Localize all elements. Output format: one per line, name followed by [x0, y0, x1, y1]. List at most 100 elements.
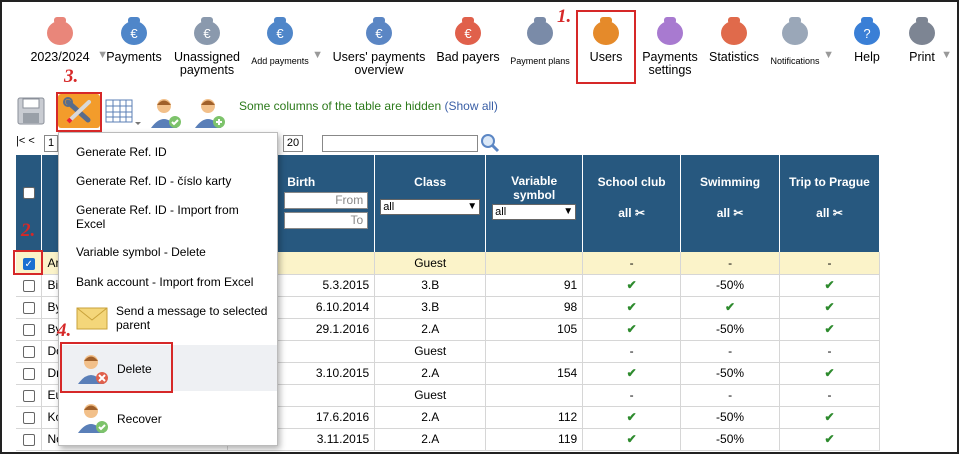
- class-cell: 2.A: [374, 362, 487, 385]
- variable-symbol-cell: 105: [485, 318, 584, 341]
- toolbar-label: 2023/2024: [30, 50, 90, 64]
- row-checkbox[interactable]: [22, 323, 35, 336]
- toolbar-unassigned-payments[interactable]: € Unassigned payments: [170, 2, 244, 92]
- menu-item-bank-import[interactable]: Bank account - Import from Excel: [76, 275, 271, 289]
- variable-symbol-cell: [485, 340, 584, 363]
- unassigned-money-bag-icon: €: [190, 13, 224, 47]
- payment-plan-icon: [523, 13, 557, 47]
- toolbar-help[interactable]: ? Help: [844, 2, 890, 92]
- class-cell: 3.B: [374, 296, 487, 319]
- show-all-link[interactable]: (Show all): [444, 99, 497, 113]
- club-header-label: School club: [597, 175, 666, 189]
- dropdown-arrow-icon[interactable]: ▼: [941, 49, 952, 62]
- toolbar-print[interactable]: Print ▼: [902, 2, 952, 92]
- toolbar-label: Statistics: [708, 50, 759, 64]
- toolbar-payments-settings[interactable]: Payments settings: [639, 2, 701, 92]
- school-club-cell: ✔: [582, 296, 682, 319]
- tools-highlight-box: [56, 92, 102, 132]
- birth-from-input[interactable]: From: [284, 192, 369, 209]
- class-cell: 2.A: [374, 428, 487, 451]
- toolbar-bad-payers[interactable]: € Bad payers: [432, 2, 504, 92]
- school-club-cell: -: [582, 252, 682, 275]
- columns-grid-icon[interactable]: [104, 96, 142, 130]
- variable-symbol-cell: [485, 384, 584, 407]
- row-select-cell: [16, 362, 43, 385]
- delete-highlight-box: [60, 342, 173, 393]
- club-tools-icon[interactable]: ✂: [635, 206, 645, 220]
- swimming-cell: -50%: [680, 362, 781, 385]
- menu-item-send-message[interactable]: Send a message to selected parent: [116, 304, 271, 332]
- page-number-input[interactable]: 1: [44, 135, 58, 152]
- check-icon: ✔: [725, 300, 736, 314]
- check-icon: ✔: [626, 300, 637, 314]
- check-icon: ✔: [824, 278, 835, 292]
- svg-text:€: €: [203, 26, 211, 41]
- toolbar-label: Payments settings: [642, 50, 698, 77]
- swim-filter-all[interactable]: all: [717, 206, 730, 220]
- trip-filter-all[interactable]: all: [816, 206, 829, 220]
- pager: |< <: [16, 135, 35, 147]
- tools-dropdown-menu: Generate Ref. ID Generate Ref. ID - čísl…: [58, 132, 278, 446]
- calendar-icon: [43, 13, 77, 47]
- toolbar-notifications[interactable]: Notifications ▼: [766, 2, 834, 92]
- trip-cell: ✔: [779, 406, 880, 429]
- variable-symbol-cell: 119: [485, 428, 584, 451]
- toolbar-label: Notifications: [770, 56, 820, 66]
- trip-header: Trip to Prague all ✂: [779, 155, 880, 252]
- toolbar-label: Bad payers: [436, 50, 500, 64]
- variable-symbol-cell: 98: [485, 296, 584, 319]
- toolbar-statistics[interactable]: Statistics: [705, 2, 763, 92]
- school-club-cell: ✔: [582, 318, 682, 341]
- add-user-icon[interactable]: [192, 96, 230, 130]
- club-filter-all[interactable]: all: [618, 206, 631, 220]
- save-icon[interactable]: [16, 96, 50, 130]
- row-checkbox[interactable]: [22, 367, 35, 380]
- menu-item-generate-ref-import[interactable]: Generate Ref. ID - Import from Excel: [76, 203, 271, 231]
- bad-payers-icon: €: [451, 13, 485, 47]
- menu-item-recover[interactable]: Recover: [117, 412, 271, 426]
- row-select-cell: [16, 296, 43, 319]
- per-page-input[interactable]: 20: [283, 135, 303, 152]
- trip-cell: ✔: [779, 362, 880, 385]
- class-header: Class all: [374, 155, 487, 252]
- toolbar-users-payments-overview[interactable]: € Users' payments overview: [328, 2, 430, 92]
- menu-item-generate-ref-card[interactable]: Generate Ref. ID - číslo karty: [76, 174, 271, 188]
- class-filter-select[interactable]: all: [380, 199, 481, 215]
- vs-filter-select[interactable]: all: [492, 204, 577, 220]
- trip-cell: -: [779, 384, 880, 407]
- dropdown-arrow-icon[interactable]: ▼: [312, 49, 323, 62]
- add-money-icon: €: [263, 13, 297, 47]
- row-checkbox[interactable]: [22, 279, 35, 292]
- check-icon: ✔: [626, 278, 637, 292]
- row-checkbox[interactable]: [22, 301, 35, 314]
- step-3-label: 3.: [64, 66, 79, 87]
- check-icon: ✔: [824, 432, 835, 446]
- row-checkbox[interactable]: [22, 345, 35, 358]
- select-all-checkbox[interactable]: [22, 187, 35, 199]
- birth-to-input[interactable]: To: [284, 212, 369, 229]
- search-input[interactable]: [322, 135, 478, 152]
- menu-item-variable-symbol-delete[interactable]: Variable symbol - Delete: [76, 245, 271, 259]
- app-window: 2023/2024 ▼ € Payments € Unassigned payments €…: [0, 0, 959, 454]
- swimming-cell: -: [680, 384, 781, 407]
- school-club-cell: -: [582, 340, 682, 363]
- first-page-link[interactable]: |<: [16, 135, 25, 147]
- swim-header: Swimming all ✂: [680, 155, 781, 252]
- toolbar-label: Payment plans: [510, 56, 570, 66]
- trip-cell: -: [779, 252, 880, 275]
- row-checkbox[interactable]: [22, 411, 35, 424]
- svg-text:€: €: [375, 26, 383, 41]
- toolbar-payments[interactable]: € Payments: [102, 2, 166, 92]
- toolbar-2023-2024[interactable]: 2023/2024 ▼: [24, 2, 108, 92]
- trip-tools-icon[interactable]: ✂: [833, 206, 843, 220]
- prev-page-link[interactable]: <: [28, 135, 34, 147]
- toolbar-add-payments[interactable]: € Add payments ▼: [247, 2, 323, 92]
- user-confirm-icon[interactable]: [148, 96, 186, 130]
- check-icon: ✔: [626, 410, 637, 424]
- dropdown-arrow-icon[interactable]: ▼: [823, 49, 834, 62]
- swim-tools-icon[interactable]: ✂: [733, 206, 743, 220]
- row-checkbox[interactable]: [22, 389, 35, 402]
- toolbar-label: Help: [854, 50, 880, 64]
- menu-item-generate-ref[interactable]: Generate Ref. ID: [76, 145, 271, 159]
- row-checkbox[interactable]: [22, 433, 35, 446]
